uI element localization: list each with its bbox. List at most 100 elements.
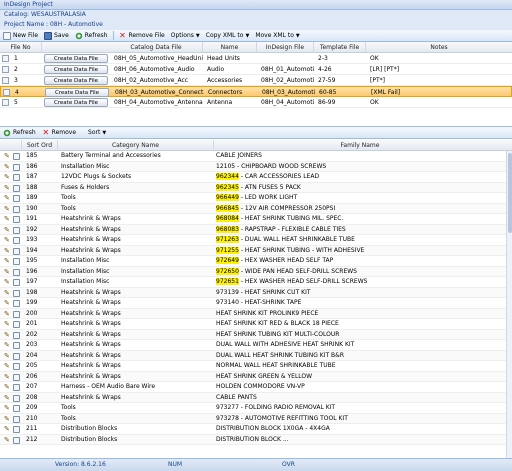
sort-menu[interactable]: Sort ▼ (88, 129, 106, 136)
family-row[interactable]: ✎ 208 Heatshrink & Wraps CABLE PANTS (0, 392, 512, 403)
families-scrollbar[interactable] (506, 151, 512, 458)
view-details-icon[interactable] (13, 405, 20, 412)
refresh-files-button[interactable]: Refresh (74, 31, 107, 40)
copy-xml-menu[interactable]: Copy XML to ▼ (206, 32, 250, 39)
family-row[interactable]: ✎ 204 Heatshrink & Wraps DUAL WALL HEAT SHR… (0, 350, 512, 361)
view-details-icon[interactable] (13, 226, 20, 234)
remove-family-button[interactable]: ✕ Remove (42, 128, 76, 137)
create-data-file-button[interactable]: Create Data File (44, 98, 108, 107)
edit-pencil-icon[interactable]: ✎ (4, 436, 11, 444)
create-data-file-button[interactable]: Create Data File (44, 65, 108, 74)
edit-pencil-icon[interactable]: ✎ (4, 415, 11, 423)
edit-pencil-icon[interactable]: ✎ (4, 163, 11, 171)
edit-pencil-icon[interactable]: ✎ (4, 426, 11, 433)
edit-pencil-icon[interactable]: ✎ (4, 184, 11, 192)
create-data-file-button[interactable]: Create Data File (45, 88, 109, 97)
view-details-icon[interactable] (13, 352, 20, 360)
edit-pencil-icon[interactable]: ✎ (4, 279, 11, 286)
family-row[interactable]: ✎ 196 Installation Misc 972650 - WIDE PAN H… (0, 266, 512, 277)
family-row[interactable]: ✎ 212 Distribution Blocks DISTRIBUTION BLOC… (0, 434, 512, 445)
edit-pencil-icon[interactable]: ✎ (4, 195, 11, 202)
options-menu[interactable]: Options ▼ (171, 32, 200, 39)
family-row[interactable]: ✎ 210 Tools 973278 - AUTOMOTIVE REFITTING T… (0, 413, 512, 424)
view-details-icon[interactable] (13, 247, 20, 255)
view-details-icon[interactable] (13, 174, 20, 181)
family-row[interactable]: ✎ 191 Heatshrink & Wraps 968084 - HEAT SHRI… (0, 214, 512, 225)
edit-pencil-icon[interactable]: ✎ (4, 331, 11, 339)
view-details-icon[interactable] (13, 184, 20, 192)
view-details-icon[interactable] (13, 163, 20, 171)
view-details-icon[interactable] (13, 415, 20, 423)
family-row[interactable]: ✎ 200 Heatshrink & Wraps HEAT SHRINK KIT PR… (0, 308, 512, 319)
family-row[interactable]: ✎ 199 Heatshrink & Wraps 973140 - HEAT-SHRI… (0, 298, 512, 309)
edit-pencil-icon[interactable]: ✎ (4, 384, 11, 391)
family-row[interactable]: ✎ 209 Tools 973277 - FOLDING RADIO REMOVAL … (0, 403, 512, 414)
file-row[interactable]: 3 Create Data File 08H_02_Automotive_Acc Ac… (0, 75, 512, 86)
family-row[interactable]: ✎ 185 Battery Terminal and Accessories CABL… (0, 151, 512, 162)
edit-pencil-icon[interactable]: ✎ (4, 352, 11, 360)
family-row[interactable]: ✎ 188 Fuses & Holders 962345 - ATN FUSES 5 … (0, 182, 512, 193)
view-details-icon[interactable] (13, 268, 20, 276)
view-details-icon[interactable] (13, 384, 20, 391)
edit-pencil-icon[interactable]: ✎ (4, 405, 11, 412)
view-details-icon[interactable] (13, 373, 20, 381)
family-row[interactable]: ✎ 203 Heatshrink & Wraps DUAL WALL WITH ADH… (0, 340, 512, 351)
file-row[interactable]: 4 Create Data File 08H_03_Automotive_Conne… (0, 86, 512, 97)
view-details-icon[interactable] (13, 279, 20, 286)
create-data-file-button[interactable]: Create Data File (44, 54, 108, 63)
family-row[interactable]: ✎ 211 Distribution Blocks DISTRIBUTION BLOC… (0, 424, 512, 435)
view-details-icon[interactable] (13, 153, 20, 160)
view-details-icon[interactable] (13, 300, 20, 307)
family-row[interactable]: ✎ 193 Heatshrink & Wraps 971263 - DUAL WALL… (0, 235, 512, 246)
edit-pencil-icon[interactable]: ✎ (4, 268, 11, 276)
col-indesign-file[interactable]: InDesign File (257, 42, 314, 53)
scrollbar-thumb[interactable] (508, 153, 512, 233)
family-row[interactable]: ✎ 190 Tools 966845 - 12V AIR COMPRESSOR 250… (0, 203, 512, 214)
family-row[interactable]: ✎ 202 Heatshrink & Wraps HEAT SHRINK TUBING… (0, 329, 512, 340)
family-row[interactable]: ✎ 194 Heatshrink & Wraps 971255 - HEAT SHRI… (0, 245, 512, 256)
col-category-name[interactable]: Category Name (58, 140, 214, 151)
file-row[interactable]: 2 Create Data File 08H_06_Automotive_Audio… (0, 64, 512, 75)
file-row[interactable]: 1 Create Data File 08H_05_Automotive_HeadU… (0, 53, 512, 64)
family-row[interactable]: ✎ 205 Heatshrink & Wraps NORMAL WALL HEAT S… (0, 361, 512, 372)
col-file-no[interactable]: File No (0, 42, 42, 53)
family-row[interactable]: ✎ 201 Heatshrink & Wraps HEAT SHRINK KIT RE… (0, 319, 512, 330)
save-button[interactable]: Save (44, 31, 69, 40)
new-file-button[interactable]: New File (3, 31, 38, 40)
view-details-icon[interactable] (13, 237, 20, 244)
remove-file-button[interactable]: ✕ Remove File (118, 31, 165, 40)
move-xml-menu[interactable]: Move XML to ▼ (255, 32, 299, 39)
edit-pencil-icon[interactable]: ✎ (4, 153, 11, 160)
view-details-icon[interactable] (13, 216, 20, 223)
create-data-file-button[interactable]: Create Data File (44, 76, 108, 85)
view-details-icon[interactable] (13, 205, 20, 213)
family-row[interactable]: ✎ 197 Installation Misc 972651 - HEX WASHER… (0, 277, 512, 288)
edit-pencil-icon[interactable]: ✎ (4, 216, 11, 223)
family-row[interactable]: ✎ 195 Installation Misc 972649 - HEX WASHER… (0, 256, 512, 267)
col-name[interactable]: Name (203, 42, 257, 53)
edit-pencil-icon[interactable]: ✎ (4, 247, 11, 255)
view-details-icon[interactable] (13, 363, 20, 370)
family-row[interactable]: ✎ 192 Heatshrink & Wraps 968083 - RAPSTRAP … (0, 224, 512, 235)
family-row[interactable]: ✎ 189 Tools 966449 - LED WORK LIGHT (0, 193, 512, 204)
family-row[interactable]: ✎ 207 Harness - OEM Audio Bare Wire HOLDEN … (0, 382, 512, 393)
view-details-icon[interactable] (13, 310, 20, 318)
edit-pencil-icon[interactable]: ✎ (4, 226, 11, 234)
view-details-icon[interactable] (13, 342, 20, 349)
edit-pencil-icon[interactable]: ✎ (4, 342, 11, 349)
view-details-icon[interactable] (13, 426, 20, 433)
edit-pencil-icon[interactable]: ✎ (4, 205, 11, 213)
view-details-icon[interactable] (13, 195, 20, 202)
edit-pencil-icon[interactable]: ✎ (4, 363, 11, 370)
edit-pencil-icon[interactable]: ✎ (4, 237, 11, 244)
col-template-file[interactable]: Template File (314, 42, 366, 53)
edit-pencil-icon[interactable]: ✎ (4, 300, 11, 307)
edit-pencil-icon[interactable]: ✎ (4, 373, 11, 381)
view-details-icon[interactable] (13, 289, 20, 297)
col-catalog-data-file[interactable]: Catalog Data File (110, 42, 203, 53)
file-row[interactable]: 5 Create Data File 08H_04_Automotive_Anten… (0, 97, 512, 108)
view-details-icon[interactable] (13, 394, 20, 402)
edit-pencil-icon[interactable]: ✎ (4, 394, 11, 402)
family-row[interactable]: ✎ 187 12VDC Plugs & Sockets 962344 - CAR AC… (0, 172, 512, 183)
edit-pencil-icon[interactable]: ✎ (4, 321, 11, 328)
